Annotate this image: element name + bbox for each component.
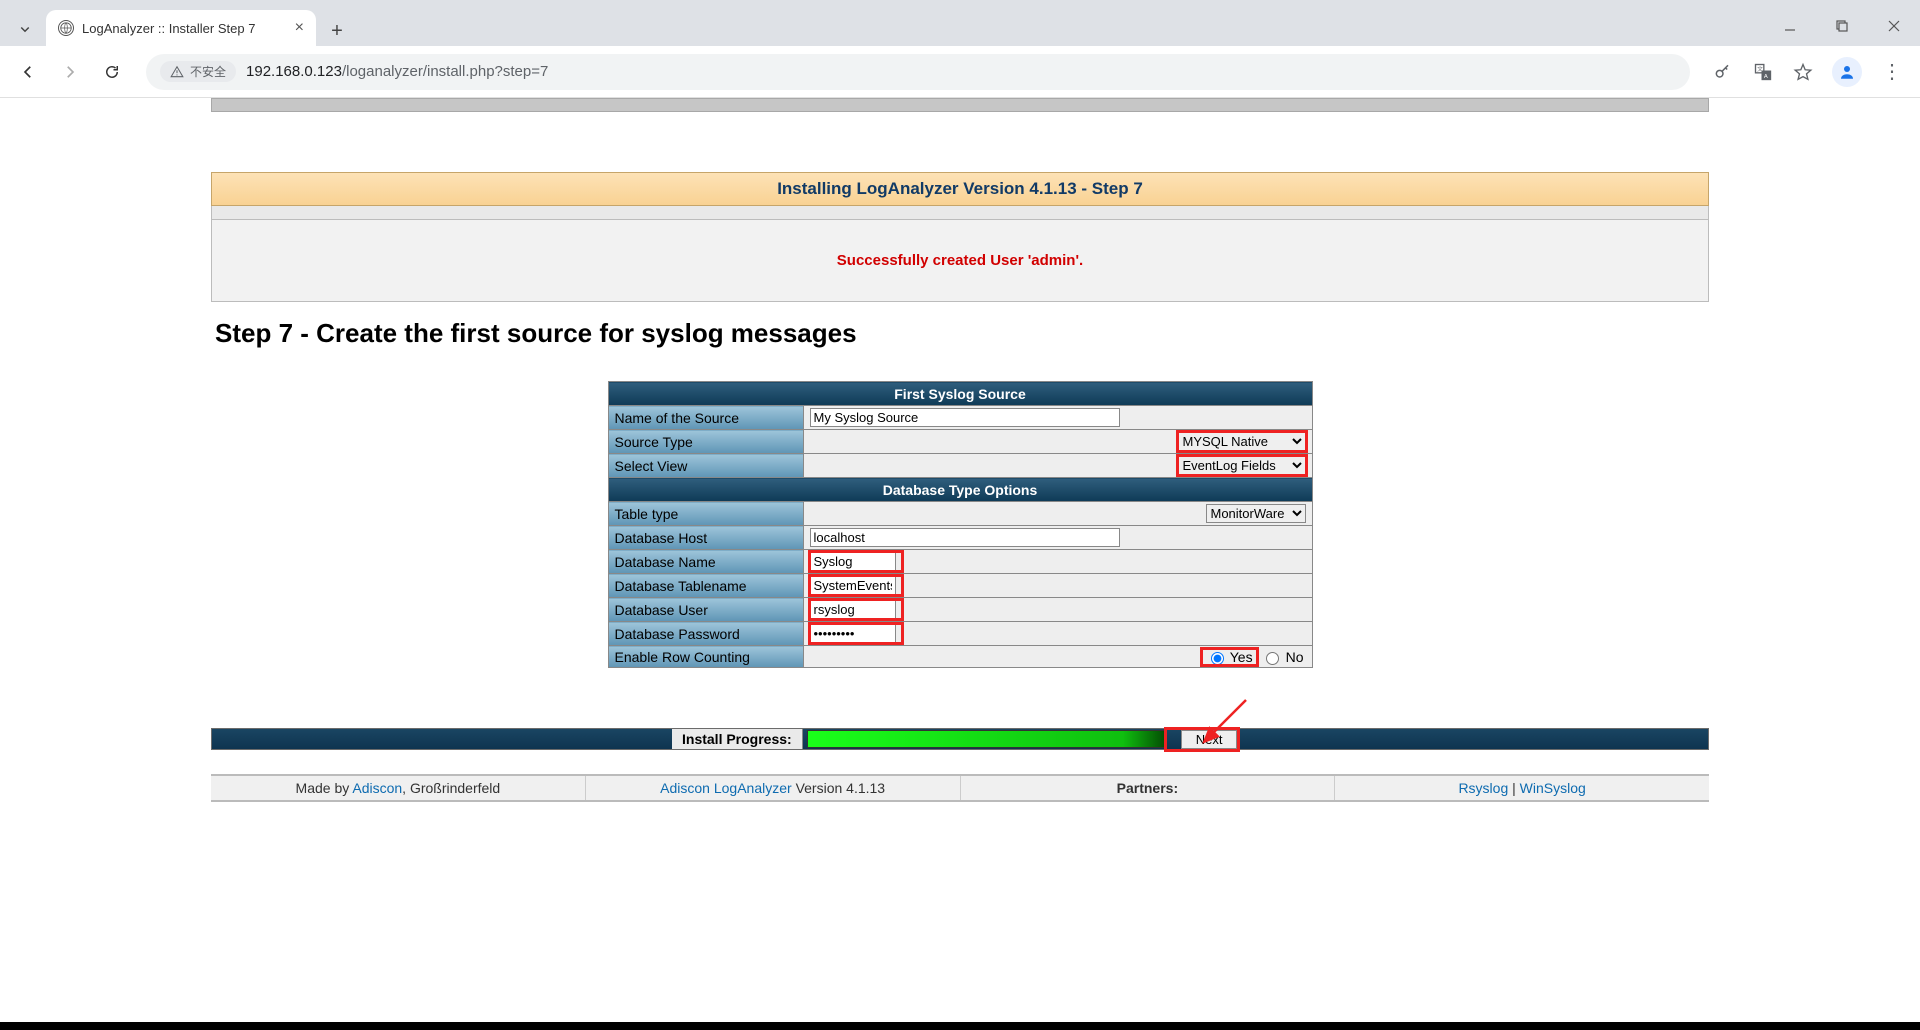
reload-button[interactable] <box>94 54 130 90</box>
url-text: 192.168.0.123/loganalyzer/install.php?st… <box>246 63 1676 80</box>
svg-text:A: A <box>1764 73 1768 79</box>
row-count-yes-radio[interactable] <box>1211 652 1224 665</box>
warning-icon <box>170 65 184 79</box>
label-source-type: Source Type <box>608 430 803 454</box>
minimize-button[interactable] <box>1764 6 1816 46</box>
label-db-host: Database Host <box>608 526 803 550</box>
row-count-no-radio[interactable] <box>1266 652 1279 665</box>
next-button[interactable]: Next <box>1181 730 1238 749</box>
step-title: Step 7 - Create the first source for sys… <box>211 302 1709 381</box>
browser-tabstrip: LogAnalyzer :: Installer Step 7 × + <box>0 0 1920 46</box>
tab-search-dropdown[interactable] <box>8 12 42 46</box>
security-label: 不安全 <box>190 63 226 80</box>
profile-button[interactable] <box>1832 57 1862 87</box>
adiscon-link[interactable]: Adiscon <box>352 780 402 796</box>
browser-toolbar: 不安全 192.168.0.123/loganalyzer/install.ph… <box>0 46 1920 98</box>
product-link[interactable]: Adiscon LogAnalyzer <box>660 780 792 796</box>
security-chip[interactable]: 不安全 <box>160 61 236 82</box>
bookmark-star-icon[interactable] <box>1786 55 1820 89</box>
progress-bar: Install Progress: Next <box>211 728 1709 750</box>
select-view-select[interactable]: EventLog Fields <box>1178 456 1306 475</box>
maximize-button[interactable] <box>1816 6 1868 46</box>
close-window-button[interactable] <box>1868 6 1920 46</box>
rsyslog-link[interactable]: Rsyslog <box>1458 780 1508 796</box>
globe-icon <box>58 20 74 36</box>
section-header-db: Database Type Options <box>608 478 1312 502</box>
footer-product: Adiscon LogAnalyzer Version 4.1.13 <box>586 776 961 800</box>
label-db-name: Database Name <box>608 550 803 574</box>
first-source-table: First Syslog Source Name of the Source S… <box>608 381 1313 668</box>
section-header: First Syslog Source <box>608 382 1312 406</box>
close-icon[interactable]: × <box>295 19 304 37</box>
label-source-name: Name of the Source <box>608 406 803 430</box>
forward-button[interactable] <box>52 54 88 90</box>
top-divider <box>211 98 1709 112</box>
label-db-user: Database User <box>608 598 803 622</box>
db-password-input[interactable] <box>810 624 896 643</box>
db-name-input[interactable] <box>810 552 896 571</box>
password-key-icon[interactable] <box>1706 55 1740 89</box>
address-bar[interactable]: 不安全 192.168.0.123/loganalyzer/install.ph… <box>146 54 1690 90</box>
progress-label: Install Progress: <box>672 729 803 749</box>
svg-text:文: 文 <box>1757 65 1763 73</box>
page-viewport: Installing LogAnalyzer Version 4.1.13 - … <box>0 98 1920 1030</box>
browser-tab[interactable]: LogAnalyzer :: Installer Step 7 × <box>46 10 316 46</box>
source-name-input[interactable] <box>810 408 1120 427</box>
label-db-pass: Database Password <box>608 622 803 646</box>
kebab-menu-icon[interactable]: ⋮ <box>1874 59 1910 84</box>
winsyslog-link[interactable]: WinSyslog <box>1520 780 1586 796</box>
footer-links: Rsyslog | WinSyslog <box>1335 776 1709 800</box>
label-row-counting: Enable Row Counting <box>608 646 803 668</box>
db-user-input[interactable] <box>810 600 896 619</box>
footer-partners: Partners: <box>961 776 1336 800</box>
translate-icon[interactable]: 文A <box>1746 55 1780 89</box>
new-tab-button[interactable]: + <box>322 16 352 46</box>
banner-underline <box>211 206 1709 220</box>
status-message: Successfully created User 'admin'. <box>211 220 1709 302</box>
footer: Made by Adiscon, Großrinderfeld Adiscon … <box>211 774 1709 802</box>
tab-title: LogAnalyzer :: Installer Step 7 <box>82 21 287 36</box>
label-table-type: Table type <box>608 502 803 526</box>
progress-track <box>807 730 1167 748</box>
row-count-no-label: No <box>1286 649 1304 665</box>
taskbar-sliver <box>0 1022 1920 1030</box>
db-host-input[interactable] <box>810 528 1120 547</box>
footer-madeby: Made by Adiscon, Großrinderfeld <box>211 776 586 800</box>
label-select-view: Select View <box>608 454 803 478</box>
install-banner: Installing LogAnalyzer Version 4.1.13 - … <box>211 172 1709 206</box>
table-type-select[interactable]: MonitorWare <box>1206 504 1306 523</box>
page-content: Installing LogAnalyzer Version 4.1.13 - … <box>211 98 1709 842</box>
db-table-input[interactable] <box>810 576 896 595</box>
back-button[interactable] <box>10 54 46 90</box>
label-db-table: Database Tablename <box>608 574 803 598</box>
window-controls <box>1764 6 1920 46</box>
source-type-select[interactable]: MYSQL Native <box>1178 432 1306 451</box>
row-count-yes-label: Yes <box>1230 649 1253 665</box>
